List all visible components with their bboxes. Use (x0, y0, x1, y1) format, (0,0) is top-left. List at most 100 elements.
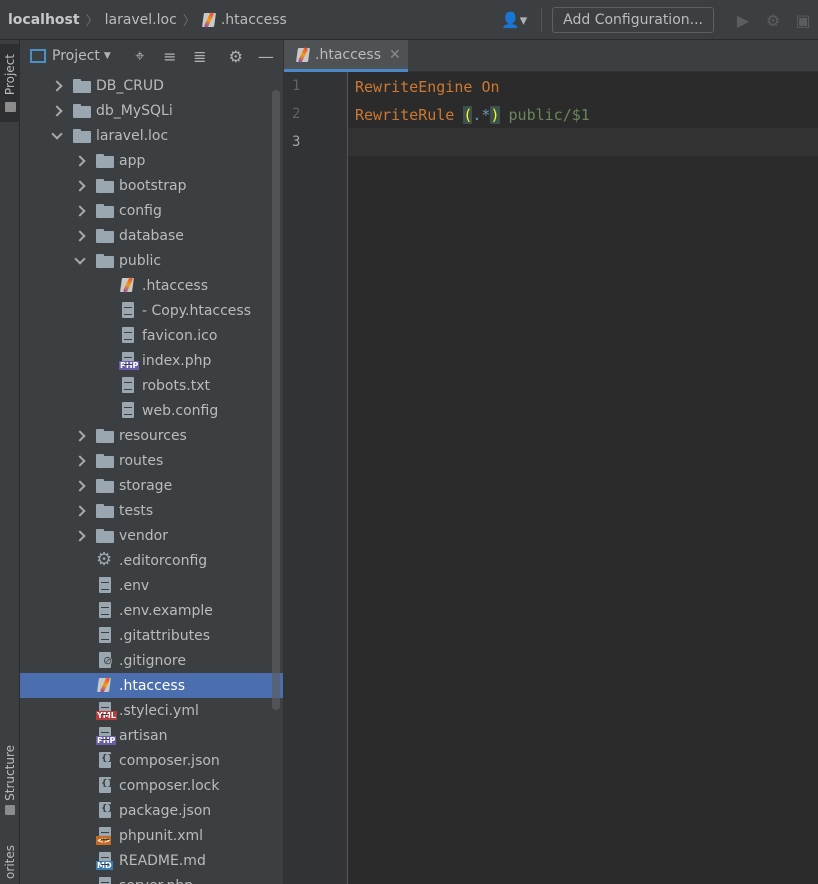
gear-icon (96, 549, 114, 570)
tree-item-gitattributes[interactable]: .gitattributes (20, 623, 283, 648)
tree-item-label: bootstrap (119, 177, 187, 194)
tree-item-label: composer.json (119, 752, 220, 769)
tree-item-public[interactable]: public (20, 248, 283, 273)
tree-item-composer-json[interactable]: composer.json (20, 748, 283, 773)
tree-item-favicon-ico[interactable]: favicon.ico (20, 323, 283, 348)
tree-item-package-json[interactable]: package.json (20, 798, 283, 823)
chevron-right-icon[interactable] (73, 204, 87, 218)
tree-item-laravel-loc[interactable]: laravel.loc (20, 123, 283, 148)
json-file-icon (96, 752, 114, 768)
tree-item-artisan[interactable]: PHP artisan (20, 723, 283, 748)
tree-item-copy-htaccess[interactable]: - Copy.htaccess (20, 298, 283, 323)
tree-item-label: composer.lock (119, 777, 220, 794)
directive-token: RewriteEngine (355, 78, 473, 96)
chevron-right-icon[interactable] (73, 154, 87, 168)
tree-item-server-php[interactable]: PHP server.php (20, 873, 283, 884)
breadcrumb-htaccess[interactable]: .htaccess (202, 0, 287, 40)
tree-item-composer-lock[interactable]: composer.lock (20, 773, 283, 798)
coverage-button[interactable]: ▣ (788, 7, 818, 33)
debug-button[interactable]: ⚙ (758, 7, 788, 33)
chevron-right-icon[interactable] (73, 454, 87, 468)
expand-all-button[interactable]: ≡ (155, 43, 185, 69)
tree-item-config[interactable]: config (20, 198, 283, 223)
folder-icon (96, 227, 114, 243)
folder-icon (96, 152, 114, 168)
expand-all-icon: ≡ (163, 46, 177, 66)
value-token: public/$1 (499, 106, 590, 124)
tree-item-env-example[interactable]: .env.example (20, 598, 283, 623)
tree-item-label: .htaccess (142, 277, 208, 294)
tree-item-resources[interactable]: resources (20, 423, 283, 448)
chevron-right-icon[interactable] (73, 529, 87, 543)
json-file-icon (96, 802, 114, 818)
tree-scrollbar[interactable] (272, 90, 280, 710)
htaccess-file-icon (296, 47, 312, 63)
tree-item-app[interactable]: app (20, 148, 283, 173)
collapse-all-icon: ≣ (193, 46, 207, 66)
tree-item-label: laravel.loc (96, 127, 169, 144)
chevron-right-icon[interactable] (50, 79, 64, 93)
breadcrumb-laravel-loc[interactable]: laravel.loc (105, 0, 177, 40)
tree-item-htaccess[interactable]: .htaccess (20, 273, 283, 298)
code-editor[interactable] (349, 72, 818, 884)
php-file-icon: PHP (119, 352, 140, 370)
vcs-user-button[interactable]: 👤▾ (495, 7, 533, 33)
project-panel-title[interactable]: Project (52, 48, 100, 64)
tool-tab-label: Project (3, 54, 17, 96)
tree-item-readme-md[interactable]: MD README.md (20, 848, 283, 873)
tree-item-gitignore[interactable]: .gitignore (20, 648, 283, 673)
tree-item-bootstrap[interactable]: bootstrap (20, 173, 283, 198)
tree-item-storage[interactable]: storage (20, 473, 283, 498)
tree-item-vendor[interactable]: vendor (20, 523, 283, 548)
close-icon[interactable]: ✕ (389, 47, 401, 63)
tree-item-label: package.json (119, 802, 212, 819)
tree-item-db-crud[interactable]: DB_CRUD (20, 73, 283, 98)
tree-item-label: phpunit.xml (119, 827, 204, 844)
tree-item-web-config[interactable]: web.config (20, 398, 283, 423)
line-number: 2 (292, 106, 301, 122)
php-file-icon: PHP (96, 877, 114, 884)
tree-item-editorconfig[interactable]: .editorconfig (20, 548, 283, 573)
locate-file-button[interactable]: ⌖ (125, 43, 155, 69)
tree-item-htaccess[interactable]: .htaccess (20, 673, 283, 698)
directive-token: On (481, 78, 500, 96)
tree-item-tests[interactable]: tests (20, 498, 283, 523)
collapse-all-button[interactable]: ≣ (185, 43, 215, 69)
panel-settings-button[interactable]: ⚙ (221, 43, 251, 69)
chevron-right-icon[interactable] (73, 479, 87, 493)
chevron-right-icon[interactable] (73, 504, 87, 518)
tree-item-routes[interactable]: routes (20, 448, 283, 473)
chevron-down-icon[interactable]: ▼ (104, 51, 111, 61)
chevron-right-icon[interactable] (50, 104, 64, 118)
tree-item-label: app (119, 152, 146, 169)
folder-icon (96, 427, 114, 443)
tool-tab-structure[interactable]: Structure (0, 740, 20, 820)
tree-item-label: .env (119, 577, 150, 594)
tree-item-database[interactable]: database (20, 223, 283, 248)
chevron-right-icon[interactable] (73, 179, 87, 193)
tool-tab-label: orites (3, 845, 17, 879)
file-type-badge: PHP (119, 361, 140, 370)
code-line[interactable]: RewriteRule (.*) public/$1 (355, 106, 590, 124)
regex-token: .* (472, 106, 491, 124)
chevron-down-icon[interactable] (50, 129, 64, 143)
toolbar-divider (541, 8, 543, 32)
chevron-right-icon[interactable] (73, 429, 87, 443)
tree-item-index-php[interactable]: PHP index.php (20, 348, 283, 373)
tree-item-phpunit-xml[interactable]: <> phpunit.xml (20, 823, 283, 848)
tree-item-robots-txt[interactable]: robots.txt (20, 373, 283, 398)
tool-tab-project[interactable]: Project (0, 44, 20, 122)
hide-panel-button[interactable]: — (251, 43, 281, 69)
tree-item-styleci-yml[interactable]: YML .styleci.yml (20, 698, 283, 723)
chevron-down-icon[interactable] (73, 254, 87, 268)
add-configuration-button[interactable]: Add Configuration... (552, 7, 714, 33)
tool-tab-favorites[interactable]: orites (0, 840, 20, 884)
run-button[interactable]: ▶ (728, 7, 758, 33)
chevron-right-icon[interactable] (73, 229, 87, 243)
tree-item-db-mysqli[interactable]: db_MySQLi (20, 98, 283, 123)
tree-item-env[interactable]: .env (20, 573, 283, 598)
code-line[interactable]: RewriteEngine On (355, 78, 500, 96)
breadcrumb-localhost[interactable]: localhost (0, 0, 80, 40)
tree-item-label: README.md (119, 852, 206, 869)
editor-tab-htaccess[interactable]: .htaccess ✕ (284, 40, 408, 72)
